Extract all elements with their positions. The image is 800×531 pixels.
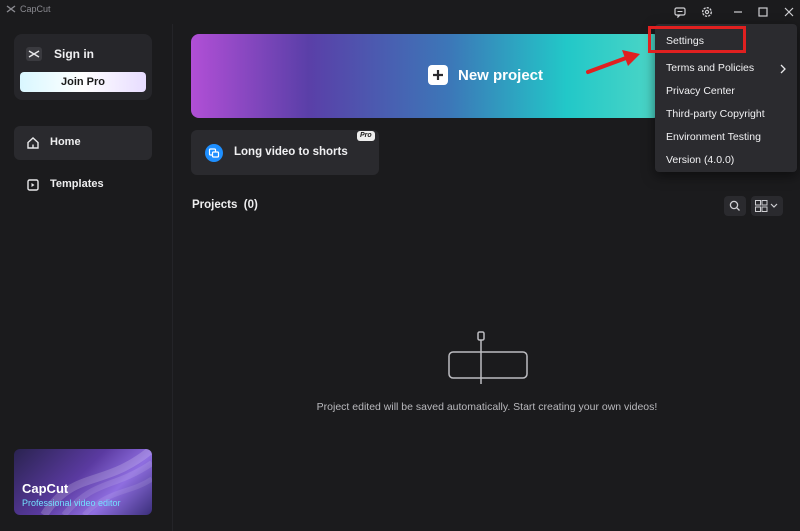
- maximize-icon[interactable]: [755, 4, 771, 20]
- join-pro-button[interactable]: Join Pro: [20, 72, 146, 92]
- minimize-icon[interactable]: [730, 4, 746, 20]
- sidebar-item-templates[interactable]: Templates: [14, 168, 152, 202]
- empty-state-message: Project edited will be saved automatical…: [316, 401, 658, 413]
- templates-icon: [27, 179, 39, 191]
- promo-subtitle: Professional video editor: [22, 498, 121, 508]
- feedback-icon[interactable]: [672, 4, 688, 20]
- sign-in-card: Sign in Join Pro: [14, 34, 152, 100]
- sign-in-button[interactable]: Sign in: [54, 47, 94, 61]
- menu-item-environment-testing[interactable]: Environment Testing: [666, 131, 761, 143]
- pro-badge: Pro: [357, 131, 375, 141]
- capcut-logo-icon: [6, 5, 16, 13]
- long-video-label: Long video to shorts: [234, 146, 348, 158]
- home-icon: [27, 137, 39, 149]
- sidebar-item-home[interactable]: Home: [14, 126, 152, 160]
- search-button[interactable]: [724, 196, 746, 216]
- promo-card[interactable]: CapCut Professional video editor: [14, 449, 152, 515]
- view-mode-button[interactable]: [751, 196, 783, 216]
- new-project-label: New project: [458, 67, 544, 84]
- settings-highlight-box: [648, 26, 746, 53]
- app-title: CapCut: [6, 4, 51, 14]
- menu-item-privacy-center[interactable]: Privacy Center: [666, 85, 735, 97]
- settings-gear-icon[interactable]: [699, 4, 715, 20]
- menu-item-terms-and-policies[interactable]: Terms and Policies: [666, 62, 754, 74]
- capcut-logo-icon: [26, 47, 42, 61]
- app-title-text: CapCut: [20, 4, 51, 14]
- sidebar-item-label: Home: [50, 136, 81, 148]
- promo-title: CapCut: [22, 481, 69, 496]
- empty-projects-icon: [448, 331, 528, 384]
- long-video-icon: [205, 144, 223, 162]
- search-icon: [729, 200, 740, 211]
- red-arrow-annotation: [586, 50, 640, 74]
- projects-title: Projects: [192, 199, 238, 211]
- plus-icon: [428, 65, 448, 85]
- sidebar-item-label: Templates: [50, 178, 104, 190]
- projects-count: (0): [243, 199, 258, 211]
- close-icon[interactable]: [781, 4, 797, 20]
- menu-item-version: Version (4.0.0): [666, 154, 735, 166]
- long-video-to-shorts-button[interactable]: Long video to shorts Pro: [191, 130, 379, 175]
- chevron-right-icon: [780, 64, 786, 74]
- menu-item-third-party-copyright[interactable]: Third-party Copyright: [666, 108, 765, 120]
- grid-view-icon: [755, 200, 778, 212]
- projects-heading: Projects (0): [192, 199, 258, 211]
